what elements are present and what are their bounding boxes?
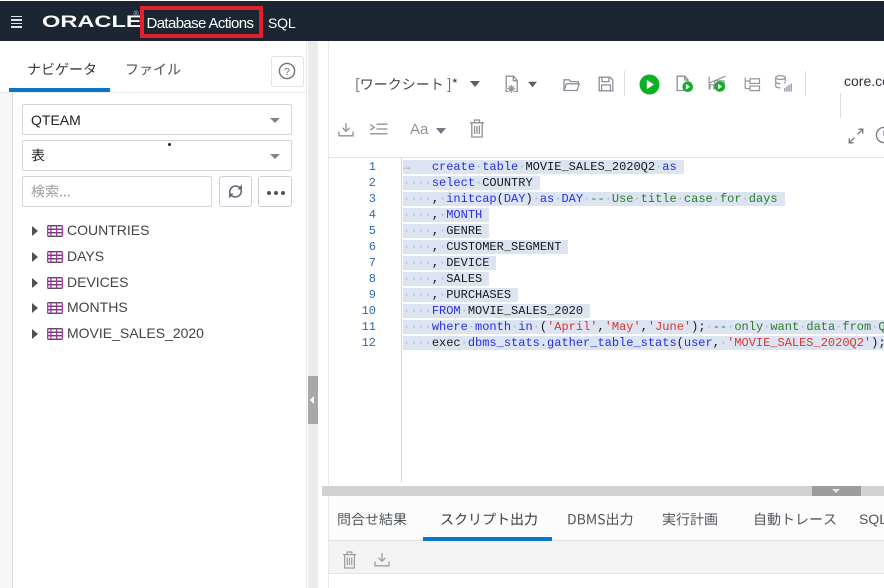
svg-text:?: ? <box>284 66 290 78</box>
